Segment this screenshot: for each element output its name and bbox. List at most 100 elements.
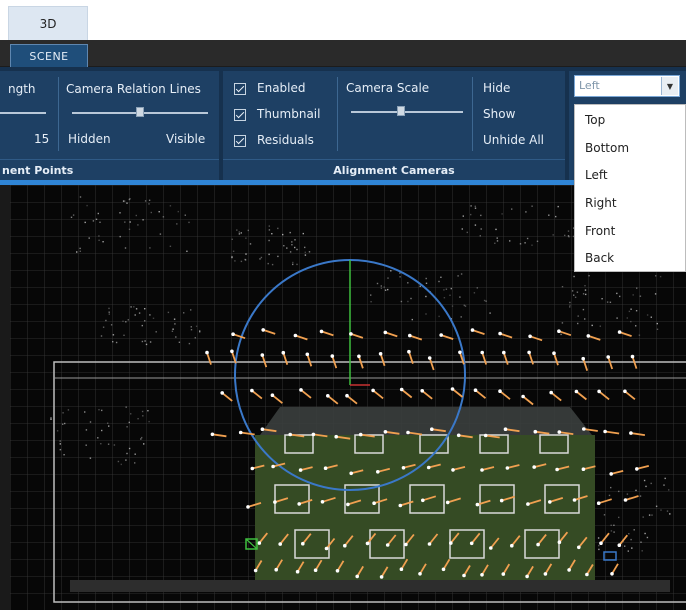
camera-position[interactable] [319, 329, 324, 334]
unhide-all-button[interactable]: Unhide All [483, 133, 544, 147]
camera-position[interactable] [385, 543, 390, 547]
camera-position[interactable] [270, 393, 275, 397]
view-dropdown[interactable]: Left ▼ [574, 75, 680, 97]
camera-position[interactable] [567, 568, 571, 572]
camera-position[interactable] [450, 387, 455, 391]
camera-position[interactable] [581, 467, 586, 472]
camera-position[interactable] [297, 502, 302, 506]
camera-position[interactable] [489, 546, 493, 550]
camera-position[interactable] [383, 430, 388, 434]
camera-position[interactable] [220, 391, 224, 395]
camera-position[interactable] [230, 349, 234, 354]
camera-position[interactable] [503, 427, 508, 431]
camera-position[interactable] [399, 387, 404, 392]
camera-position[interactable] [469, 541, 474, 546]
camera-position[interactable] [577, 545, 581, 550]
view-option-back[interactable]: Back [585, 251, 614, 265]
camera-position[interactable] [596, 501, 601, 506]
camera-relation-lines-slider-thumb[interactable] [136, 107, 144, 117]
camera-position[interactable] [407, 349, 411, 354]
camera-position[interactable] [250, 388, 254, 393]
camera-position[interactable] [231, 332, 235, 336]
camera-position[interactable] [458, 350, 462, 355]
camera-position[interactable] [629, 431, 633, 435]
camera-position[interactable] [582, 427, 586, 431]
camera-position[interactable] [555, 467, 559, 472]
camera-position[interactable] [445, 500, 450, 505]
camera-position[interactable] [603, 429, 607, 434]
camera-position[interactable] [288, 432, 293, 437]
hide-button[interactable]: Hide [483, 81, 510, 95]
camera-position[interactable] [630, 354, 635, 359]
camera-position[interactable] [379, 575, 384, 579]
length-slider[interactable] [0, 112, 46, 114]
camera-position[interactable] [430, 427, 434, 431]
enabled-checkbox[interactable] [234, 83, 246, 95]
camera-position[interactable] [398, 503, 403, 508]
camera-position[interactable] [281, 350, 286, 355]
camera-position[interactable] [358, 432, 363, 437]
camera-position[interactable] [349, 471, 354, 476]
camera-position[interactable] [526, 502, 530, 506]
camera-position[interactable] [205, 350, 209, 355]
camera-scale-slider-thumb[interactable] [397, 106, 406, 116]
camera-position[interactable] [295, 569, 300, 574]
camera-position[interactable] [532, 465, 536, 469]
camera-position[interactable] [439, 333, 444, 337]
camera-position[interactable] [343, 543, 347, 548]
show-button[interactable]: Show [483, 107, 515, 121]
tab-scene[interactable]: SCENE [10, 44, 88, 68]
camera-position[interactable] [334, 434, 339, 439]
camera-position[interactable] [543, 572, 548, 576]
camera-position[interactable] [371, 388, 375, 393]
camera-position[interactable] [505, 466, 510, 470]
camera-position[interactable] [260, 353, 265, 357]
camera-position[interactable] [271, 464, 275, 469]
camera-position[interactable] [473, 388, 478, 392]
camera-position[interactable] [521, 394, 525, 399]
view-option-right[interactable]: Right [585, 196, 617, 210]
camera-position[interactable] [427, 542, 432, 546]
view-option-left[interactable]: Left [585, 168, 608, 182]
camera-position[interactable] [399, 567, 404, 571]
view-option-top[interactable]: Top [585, 113, 605, 127]
camera-position[interactable] [635, 467, 639, 471]
camera-position[interactable] [401, 466, 406, 470]
camera-position[interactable] [449, 541, 453, 545]
camera-position[interactable] [418, 572, 422, 576]
camera-position[interactable] [408, 333, 412, 338]
camera-position[interactable] [299, 388, 303, 392]
camera-position[interactable] [548, 500, 552, 504]
camera-position[interactable] [557, 329, 561, 333]
camera-position[interactable] [326, 394, 330, 398]
camera-position[interactable] [557, 430, 562, 434]
camera-position[interactable] [617, 330, 622, 334]
camera-position[interactable] [426, 465, 431, 470]
camera-position[interactable] [320, 500, 325, 504]
camera-position[interactable] [609, 472, 613, 476]
camera-position[interactable] [349, 332, 353, 336]
camera-position[interactable] [510, 543, 514, 548]
camera-position[interactable] [274, 567, 279, 572]
camera-position[interactable] [462, 573, 466, 578]
camera-position[interactable] [365, 541, 370, 546]
camera-position[interactable] [311, 432, 316, 437]
camera-position[interactable] [483, 433, 488, 438]
view-option-bottom[interactable]: Bottom [585, 141, 629, 155]
camera-position[interactable] [610, 572, 614, 576]
camera-position[interactable] [606, 355, 610, 359]
camera-scale-slider[interactable] [351, 111, 463, 113]
camera-position[interactable] [498, 389, 502, 393]
camera-position[interactable] [406, 430, 410, 435]
camera-position[interactable] [528, 334, 532, 339]
tab-3d[interactable]: 3D [8, 6, 88, 40]
camera-position[interactable] [293, 333, 298, 338]
camera-position[interactable] [525, 574, 529, 579]
camera-position[interactable] [617, 543, 622, 547]
camera-position[interactable] [480, 468, 484, 472]
camera-position[interactable] [210, 432, 215, 437]
camera-position[interactable] [323, 466, 328, 471]
camera-position[interactable] [261, 328, 265, 332]
camera-position[interactable] [253, 568, 258, 573]
camera-position[interactable] [581, 356, 585, 361]
